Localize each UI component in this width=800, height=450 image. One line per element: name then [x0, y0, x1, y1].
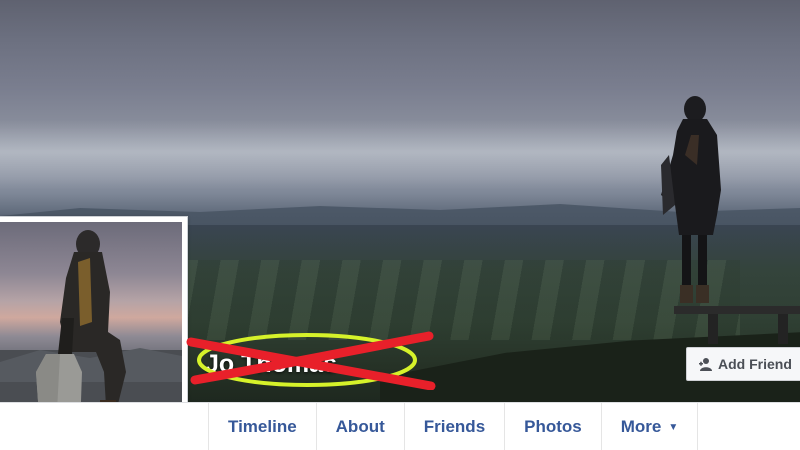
- tab-more[interactable]: More ▼: [600, 403, 699, 450]
- caret-down-icon: ▼: [668, 421, 679, 433]
- tab-friends[interactable]: Friends: [403, 403, 504, 450]
- profile-tab-bar: Timeline About Friends Photos More ▼: [0, 402, 800, 450]
- profile-tabs: Timeline About Friends Photos More ▼: [208, 403, 699, 450]
- add-friend-button[interactable]: Add Friend: [686, 347, 800, 381]
- add-friend-label: Add Friend: [718, 356, 792, 372]
- add-person-icon: [699, 357, 713, 371]
- tab-label: Timeline: [228, 417, 297, 436]
- profile-picture-scene: [0, 230, 182, 430]
- tab-label: Friends: [423, 417, 486, 436]
- red-strike-line: [186, 337, 436, 390]
- tab-label: About: [335, 417, 385, 436]
- tab-label: More: [620, 417, 662, 436]
- cover-standing-person: [661, 96, 721, 303]
- tab-about[interactable]: About: [315, 403, 404, 450]
- tab-label: Photos: [524, 417, 582, 436]
- name-redaction-overlay: [186, 331, 436, 390]
- tab-timeline[interactable]: Timeline: [208, 403, 316, 450]
- cover-bench: [674, 306, 800, 344]
- tab-photos[interactable]: Photos: [504, 403, 601, 450]
- profile-picture-image: [0, 222, 182, 430]
